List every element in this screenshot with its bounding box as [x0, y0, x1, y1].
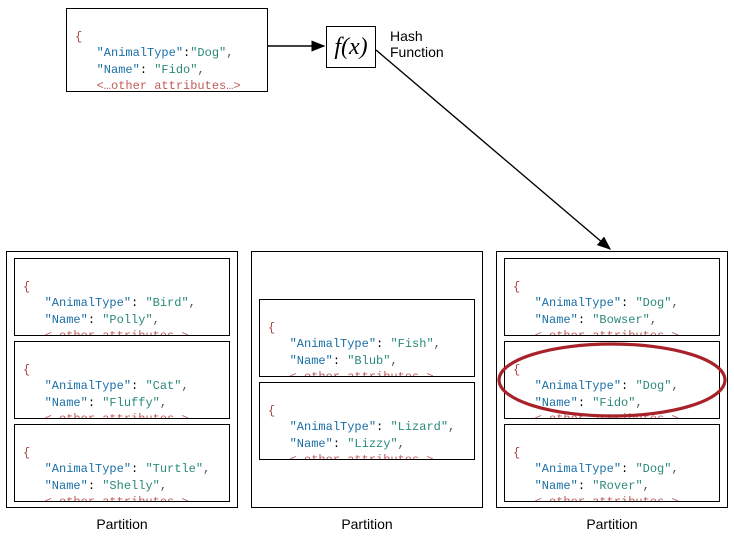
json-key-name: "Name"	[97, 63, 140, 77]
partition-1-record-1: { "AnimalType": "Bird", "Name": "Polly",…	[14, 258, 230, 336]
json-other-attributes: <…other attributes…>	[97, 79, 241, 92]
hash-function-symbol: f(x)	[334, 34, 367, 60]
partition-1-record-2: { "AnimalType": "Cat", "Name": "Fluffy",…	[14, 341, 230, 419]
partition-2-label: Partition	[251, 516, 483, 532]
partition-3-record-2: { "AnimalType": "Dog", "Name": "Fido", <…	[504, 341, 720, 419]
arrow-fx-to-partition3	[376, 50, 610, 249]
hash-function-box: f(x)	[326, 26, 376, 68]
hash-function-label: Hash Function	[390, 28, 460, 60]
input-record-card: { "AnimalType":"Dog", "Name": "Fido", <……	[66, 8, 268, 92]
partition-1-record-3: { "AnimalType": "Turtle", "Name": "Shell…	[14, 424, 230, 502]
partition-2-record-1: { "AnimalType": "Fish", "Name": "Blub", …	[259, 299, 475, 377]
partition-3-record-3: { "AnimalType": "Dog", "Name": "Rover", …	[504, 424, 720, 502]
json-key-animaltype: "AnimalType"	[97, 46, 183, 60]
partition-2	[251, 251, 483, 508]
json-value-animaltype: "Dog"	[190, 46, 226, 60]
json-value-name: "Fido"	[154, 63, 197, 77]
partition-1-label: Partition	[6, 516, 238, 532]
partition-3-record-1: { "AnimalType": "Dog", "Name": "Bowser",…	[504, 258, 720, 336]
partition-2-record-2: { "AnimalType": "Lizard", "Name": "Lizzy…	[259, 382, 475, 460]
partition-3-label: Partition	[496, 516, 728, 532]
